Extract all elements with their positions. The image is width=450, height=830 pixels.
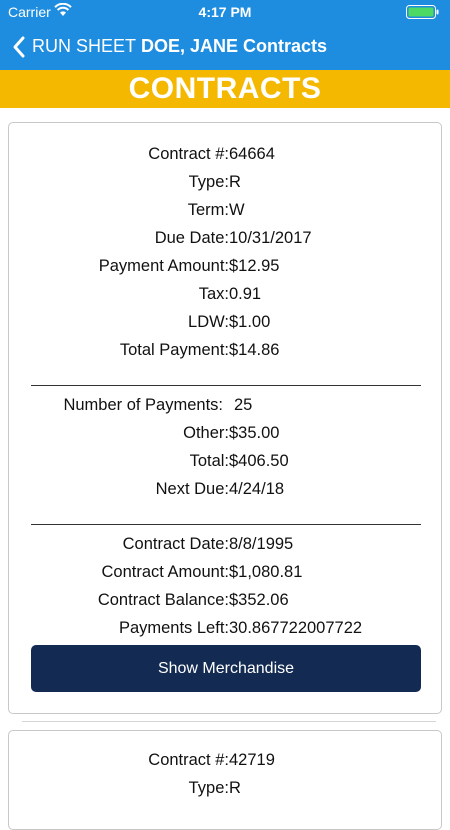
chevron-left-icon [13, 36, 25, 58]
status-bar: Carrier 4:17 PM [0, 0, 450, 24]
contract-number-value: 42719 [229, 751, 275, 769]
total-payment-row: Total Payment: $14.86 [9, 341, 443, 365]
top-bar: Carrier 4:17 PM RUN SHEET DOE, JANE Cont… [0, 0, 450, 70]
number-of-payments-value: 25 [234, 396, 253, 414]
total-payment-value: $14.86 [229, 341, 280, 359]
type-row: Type: R [9, 173, 443, 197]
ldw-row: LDW: $1.00 [9, 313, 443, 337]
total-payment-label: Total Payment: [119, 341, 229, 359]
term-label: Term: [187, 201, 229, 219]
term-row: Term: W [9, 201, 443, 225]
contract-amount-row: Contract Amount: $1,080.81 [9, 563, 443, 587]
payments-left-row: Payments Left: 30.867722007722 [9, 619, 443, 643]
type-label: Type: [188, 173, 229, 191]
payment-amount-value: $12.95 [229, 257, 280, 275]
contract-balance-label: Contract Balance: [97, 591, 229, 609]
contract-number-label: Contract #: [148, 145, 229, 163]
contract-number-row: Contract #: 64664 [9, 145, 443, 169]
contract-date-label: Contract Date: [122, 535, 229, 553]
ldw-value: $1.00 [229, 313, 271, 331]
next-due-row: Next Due: 4/24/18 [9, 480, 443, 504]
other-label: Other: [183, 424, 229, 442]
total-value: $406.50 [229, 452, 289, 470]
payment-amount-row: Payment Amount: $12.95 [9, 257, 443, 281]
next-due-label: Next Due: [155, 480, 229, 498]
contract-balance-value: $352.06 [229, 591, 289, 609]
show-merchandise-button[interactable]: Show Merchandise [31, 645, 421, 692]
tax-label: Tax: [198, 285, 229, 303]
term-value: W [229, 201, 245, 219]
battery-icon [406, 5, 439, 19]
tax-row: Tax: 0.91 [9, 285, 443, 309]
due-date-row: Due Date: 10/31/2017 [9, 229, 443, 253]
due-date-label: Due Date: [154, 229, 229, 247]
total-label: Total: [189, 452, 229, 470]
number-of-payments-row: Number of Payments: 25 [9, 396, 443, 420]
list-separator [22, 721, 436, 722]
payments-left-label: Payments Left: [118, 619, 229, 637]
payments-left-value: 30.867722007722 [229, 619, 363, 637]
section-divider [31, 385, 421, 386]
navigation-bar: RUN SHEET DOE, JANE Contracts [0, 28, 450, 68]
payment-amount-label: Payment Amount: [98, 257, 229, 275]
due-date-value: 10/31/2017 [229, 229, 312, 247]
other-row: Other: $35.00 [9, 424, 443, 448]
contract-number-value: 64664 [229, 145, 275, 163]
back-button-label[interactable]: RUN SHEET [32, 36, 136, 57]
type-value: R [229, 173, 241, 191]
total-row: Total: $406.50 [9, 452, 443, 476]
contract-balance-row: Contract Balance: $352.06 [9, 591, 443, 615]
type-value: R [229, 779, 241, 797]
contract-number-row: Contract #: 42719 [9, 751, 443, 775]
contract-date-row: Contract Date: 8/8/1995 [9, 535, 443, 559]
contract-date-value: 8/8/1995 [229, 535, 294, 553]
next-due-value: 4/24/18 [229, 480, 285, 498]
other-value: $35.00 [229, 424, 280, 442]
tax-value: 0.91 [229, 285, 262, 303]
contract-card: Contract #: 64664 Type: R Term: W Due Da… [8, 122, 442, 714]
contract-amount-value: $1,080.81 [229, 563, 303, 581]
nav-title: DOE, JANE Contracts [141, 36, 328, 56]
section-divider [31, 524, 421, 525]
contract-card: Contract #: 42719 Type: R [8, 730, 442, 830]
contract-number-label: Contract #: [148, 751, 229, 769]
type-label: Type: [188, 779, 229, 797]
type-row: Type: R [9, 779, 443, 803]
ldw-label: LDW: [188, 313, 229, 331]
number-of-payments-label: Number of Payments: [63, 396, 223, 414]
status-time: 4:17 PM [198, 4, 252, 20]
contracts-banner: CONTRACTS [0, 70, 450, 108]
contract-amount-label: Contract Amount: [101, 563, 229, 581]
